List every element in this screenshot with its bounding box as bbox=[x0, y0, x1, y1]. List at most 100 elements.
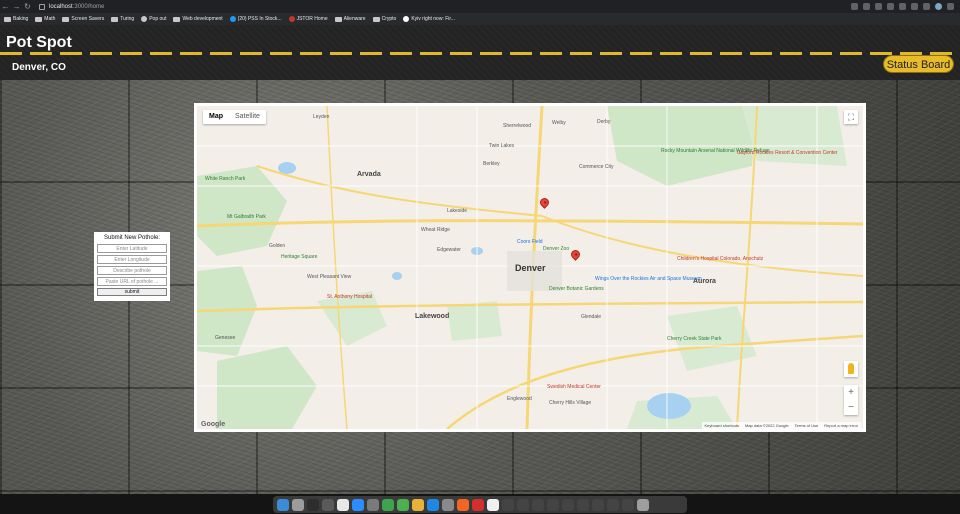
folder-icon bbox=[173, 16, 181, 22]
map-poi-hospital: Children's Hospital Colorado, Anschutz bbox=[677, 256, 764, 262]
map-type-satellite-button[interactable]: Satellite bbox=[229, 110, 266, 124]
bookmark-baking[interactable]: Baking bbox=[4, 16, 28, 22]
window-thumbnail-icon[interactable] bbox=[607, 498, 619, 511]
fullscreen-icon[interactable]: ⛶ bbox=[844, 110, 858, 124]
map-label: Glendale bbox=[581, 314, 602, 320]
extension-icon[interactable] bbox=[887, 3, 894, 10]
map-type-map-button[interactable]: Map bbox=[203, 110, 229, 124]
terminal-icon[interactable] bbox=[307, 498, 319, 511]
menu-icon[interactable] bbox=[947, 3, 954, 10]
map-label: Wheat Ridge bbox=[421, 227, 450, 233]
back-icon[interactable]: ← bbox=[0, 2, 11, 11]
folder-icon bbox=[4, 16, 11, 22]
bookmark-web-development[interactable]: Web development bbox=[173, 16, 223, 22]
pothole-form: Submit New Pothole: submit bbox=[94, 232, 170, 301]
bookmark-turing[interactable]: Turing bbox=[111, 16, 134, 22]
share-icon[interactable] bbox=[851, 3, 858, 10]
map-label: Derby bbox=[597, 119, 611, 125]
map-label: Genesee bbox=[215, 335, 236, 341]
window-thumbnail-icon[interactable] bbox=[577, 498, 589, 511]
browser-actions bbox=[851, 3, 960, 10]
terms-link[interactable]: Terms of Use bbox=[795, 422, 819, 429]
postman-icon[interactable] bbox=[457, 498, 469, 511]
map-poi-hospital: Swedish Medical Center bbox=[547, 384, 601, 390]
map-label: Lakeside bbox=[447, 208, 468, 214]
folder-icon bbox=[35, 16, 43, 22]
bookmarks-bar: Baking Math Screen Savers Turing Pop out… bbox=[0, 13, 960, 25]
street-view-pegman-icon[interactable] bbox=[844, 361, 858, 377]
trash-icon[interactable] bbox=[637, 498, 649, 511]
window-thumbnail-icon[interactable] bbox=[517, 498, 529, 511]
bookmark-kyiv[interactable]: Kyiv right now: Fir... bbox=[403, 16, 455, 22]
app-icon[interactable] bbox=[442, 498, 454, 511]
launchpad-icon[interactable] bbox=[292, 498, 304, 511]
zoom-in-button[interactable]: + bbox=[844, 385, 858, 400]
city-label: Denver, CO bbox=[12, 62, 66, 73]
map-poi: Gaylord Rockies Resort & Convention Cent… bbox=[737, 150, 838, 156]
description-input[interactable] bbox=[97, 266, 167, 275]
bookmark-screen-savers[interactable]: Screen Savers bbox=[62, 16, 104, 22]
profile-avatar[interactable] bbox=[935, 3, 942, 10]
window-thumbnail-icon[interactable] bbox=[547, 498, 559, 511]
window-thumbnail-icon[interactable] bbox=[622, 498, 634, 511]
page-icon bbox=[403, 16, 410, 22]
zoom-control: + − bbox=[844, 385, 858, 415]
zoom-icon[interactable] bbox=[352, 498, 364, 511]
map-label: Sherrelwood bbox=[503, 123, 532, 129]
window-thumbnail-icon[interactable] bbox=[532, 498, 544, 511]
system-preferences-icon[interactable] bbox=[367, 498, 379, 511]
latitude-input[interactable] bbox=[97, 244, 167, 253]
report-error-link[interactable]: Report a map error bbox=[824, 422, 858, 429]
folder-icon bbox=[334, 16, 342, 22]
map-data-label: Map data ©2022 Google bbox=[744, 423, 789, 428]
status-board-button[interactable]: Status Board bbox=[883, 55, 954, 73]
zoom-out-button[interactable]: − bbox=[844, 400, 858, 415]
bookmark-math[interactable]: Math bbox=[35, 16, 55, 22]
map-label: Twin Lakes bbox=[489, 143, 515, 149]
reload-icon[interactable]: ↻ bbox=[22, 2, 33, 11]
map-label: Arvada bbox=[357, 171, 381, 178]
longitude-input[interactable] bbox=[97, 255, 167, 264]
google-map[interactable]: Leyden Sherrelwood Welby Derby Twin Lake… bbox=[197, 106, 863, 429]
bookmark-pss-in-stock[interactable]: (20) PSS In Stock... bbox=[229, 16, 282, 22]
photo-url-input[interactable] bbox=[97, 277, 167, 286]
bookmark-jstor[interactable]: JSTOR Home bbox=[288, 16, 328, 22]
chrome-icon[interactable] bbox=[412, 498, 424, 511]
acrobat-icon[interactable] bbox=[472, 498, 484, 511]
desktop-dock-area bbox=[0, 494, 960, 514]
map-attribution: Keyboard shortcuts Map data ©2022 Google… bbox=[701, 422, 861, 429]
vscode-icon[interactable] bbox=[427, 498, 439, 511]
sidebar-icon[interactable] bbox=[923, 3, 930, 10]
map-container: Leyden Sherrelwood Welby Derby Twin Lake… bbox=[194, 103, 866, 432]
address-bar[interactable]: localhost:3000/home bbox=[39, 2, 679, 12]
bookmark-pop-out[interactable]: Pop out bbox=[141, 16, 166, 22]
road-stripe bbox=[0, 52, 960, 55]
folder-icon bbox=[372, 16, 380, 22]
messages-icon[interactable] bbox=[382, 498, 394, 511]
app-title: Pot Spot bbox=[6, 34, 72, 51]
browser-toolbar: ← → ↻ localhost:3000/home bbox=[0, 0, 960, 13]
map-label: Golden bbox=[269, 243, 286, 249]
submit-button[interactable]: submit bbox=[97, 288, 167, 296]
extension-icon[interactable] bbox=[899, 3, 906, 10]
extensions-puzzle-icon[interactable] bbox=[911, 3, 918, 10]
extension-icon[interactable] bbox=[875, 3, 882, 10]
site-info-icon[interactable] bbox=[39, 3, 45, 10]
bookmark-crypto[interactable]: Crypto bbox=[372, 16, 396, 22]
slack-icon[interactable] bbox=[337, 498, 349, 511]
app-icon[interactable] bbox=[487, 498, 499, 511]
map-poi: Denver Botanic Gardens bbox=[549, 286, 604, 292]
keyboard-shortcuts-link[interactable]: Keyboard shortcuts bbox=[705, 422, 739, 429]
finder-icon[interactable] bbox=[277, 498, 289, 511]
star-icon[interactable] bbox=[863, 3, 870, 10]
bookmark-alienware[interactable]: Alienware bbox=[334, 16, 366, 22]
forward-icon[interactable]: → bbox=[11, 2, 22, 11]
map-label: Commerce City bbox=[579, 164, 614, 170]
window-thumbnail-icon[interactable] bbox=[562, 498, 574, 511]
app-icon[interactable] bbox=[322, 498, 334, 511]
map-poi: Mt Galbraith Park bbox=[227, 214, 266, 220]
app-icon[interactable] bbox=[397, 498, 409, 511]
window-thumbnail-icon[interactable] bbox=[502, 498, 514, 511]
url-path: :3000/home bbox=[72, 3, 105, 10]
window-thumbnail-icon[interactable] bbox=[592, 498, 604, 511]
